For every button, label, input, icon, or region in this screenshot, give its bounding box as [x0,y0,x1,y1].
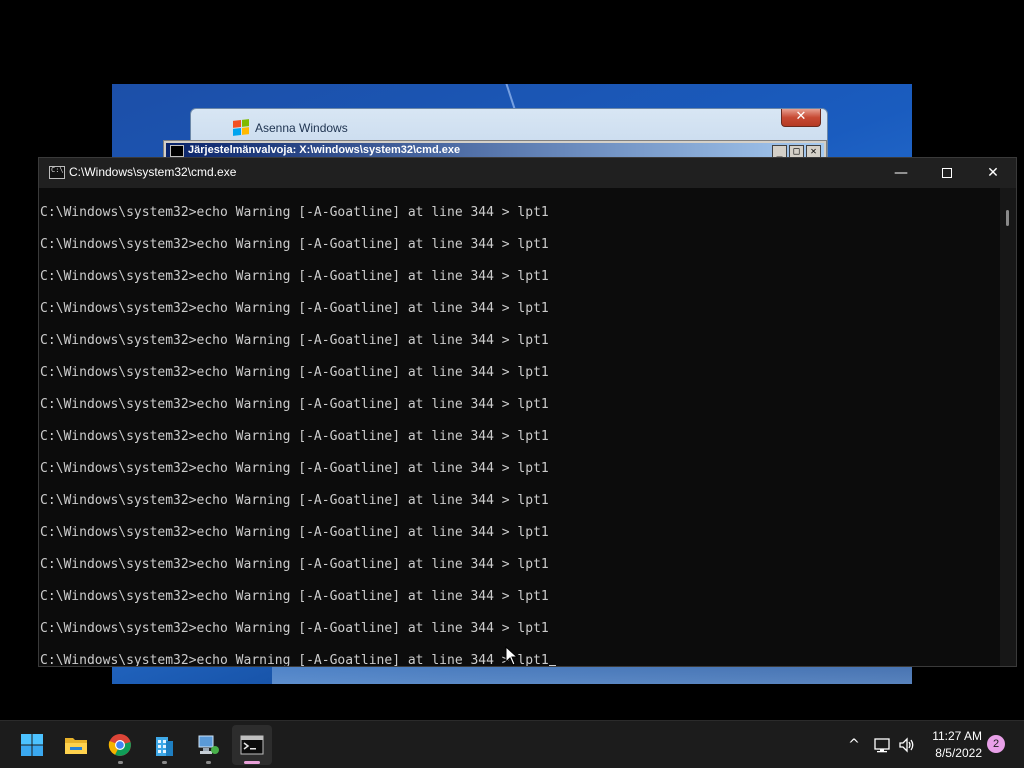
cmd-titlebar[interactable]: C:\Windows\system32\cmd.exe — ✕ [39,158,1016,188]
taskbar-file-explorer[interactable] [56,725,96,765]
maximize-button[interactable] [924,158,970,188]
close-button[interactable]: ✕ [970,158,1016,188]
console-line: C:\Windows\system32>echo Warning [-A-Goa… [40,269,549,284]
console-line: C:\Windows\system32>echo Warning [-A-Goa… [40,621,549,636]
cmd-window[interactable]: C:\Windows\system32\cmd.exe — ✕ C:\Windo… [38,157,1017,667]
notification-badge[interactable]: 2 [987,735,1005,753]
cmd-icon [170,145,184,157]
setup-close-button[interactable]: ✕ [781,109,821,127]
running-indicator [206,761,211,764]
console-line: C:\Windows\system32>echo Warning [-A-Goa… [40,333,549,348]
windows-logo-icon [21,734,43,756]
running-indicator [118,761,123,764]
cmd-window-title: C:\Windows\system32\cmd.exe [69,165,237,179]
console-line: C:\Windows\system32>echo Warning [-A-Goa… [40,525,549,540]
console-line: C:\Windows\system32>echo Warning [-A-Goa… [40,589,549,604]
folder-icon [65,738,87,754]
chrome-icon [108,734,131,756]
taskbar-command-prompt[interactable] [232,725,272,765]
show-hidden-icons-chevron-icon[interactable]: ^ [844,735,864,755]
windows-flag-icon [233,119,249,136]
minimize-button[interactable]: — [878,158,924,188]
volume-icon[interactable] [897,735,917,755]
console-line: C:\Windows\system32>echo Warning [-A-Goa… [40,237,549,252]
console-line: C:\Windows\system32>echo Warning [-A-Goa… [40,205,549,220]
taskbar-tool-app-1[interactable] [144,725,184,765]
cmd-app-icon [49,166,65,179]
start-button[interactable] [12,725,52,765]
mouse-pointer-icon [505,646,519,666]
taskbar: ^ 11:27 AM 8/5/2022 2 [0,720,1024,768]
console-line: C:\Windows\system32>echo Warning [-A-Goa… [40,557,549,572]
console-line: C:\Windows\system32>echo Warning [-A-Goa… [40,397,549,412]
terminal-icon [240,735,264,755]
network-icon[interactable] [872,735,892,755]
taskbar-chrome[interactable] [100,725,140,765]
active-indicator [244,761,260,764]
scrollbar-thumb[interactable] [1006,210,1009,226]
building-icon [156,737,173,756]
maximize-icon [942,168,952,178]
console-line: C:\Windows\system32>echo Warning [-A-Goa… [40,652,556,666]
console-line: C:\Windows\system32>echo Warning [-A-Goa… [40,301,549,316]
setup-window-title: Asenna Windows [255,121,348,135]
running-indicator [162,761,167,764]
console-line: C:\Windows\system32>echo Warning [-A-Goa… [40,429,549,444]
clock-time[interactable]: 11:27 AM [932,729,982,743]
network-computer-icon [198,735,219,754]
taskbar-tool-app-2[interactable] [188,725,228,765]
console-output[interactable]: C:\Windows\system32>echo Warning [-A-Goa… [39,188,1000,666]
text-cursor [548,665,556,666]
console-line: C:\Windows\system32>echo Warning [-A-Goa… [40,365,549,380]
console-line: C:\Windows\system32>echo Warning [-A-Goa… [40,493,549,508]
vertical-scrollbar[interactable] [1000,188,1016,666]
clock-date[interactable]: 8/5/2022 [926,746,982,760]
admin-cmd-title: Järjestelmänvalvoja: X:\windows\system32… [188,144,461,156]
console-line: C:\Windows\system32>echo Warning [-A-Goa… [40,461,549,476]
